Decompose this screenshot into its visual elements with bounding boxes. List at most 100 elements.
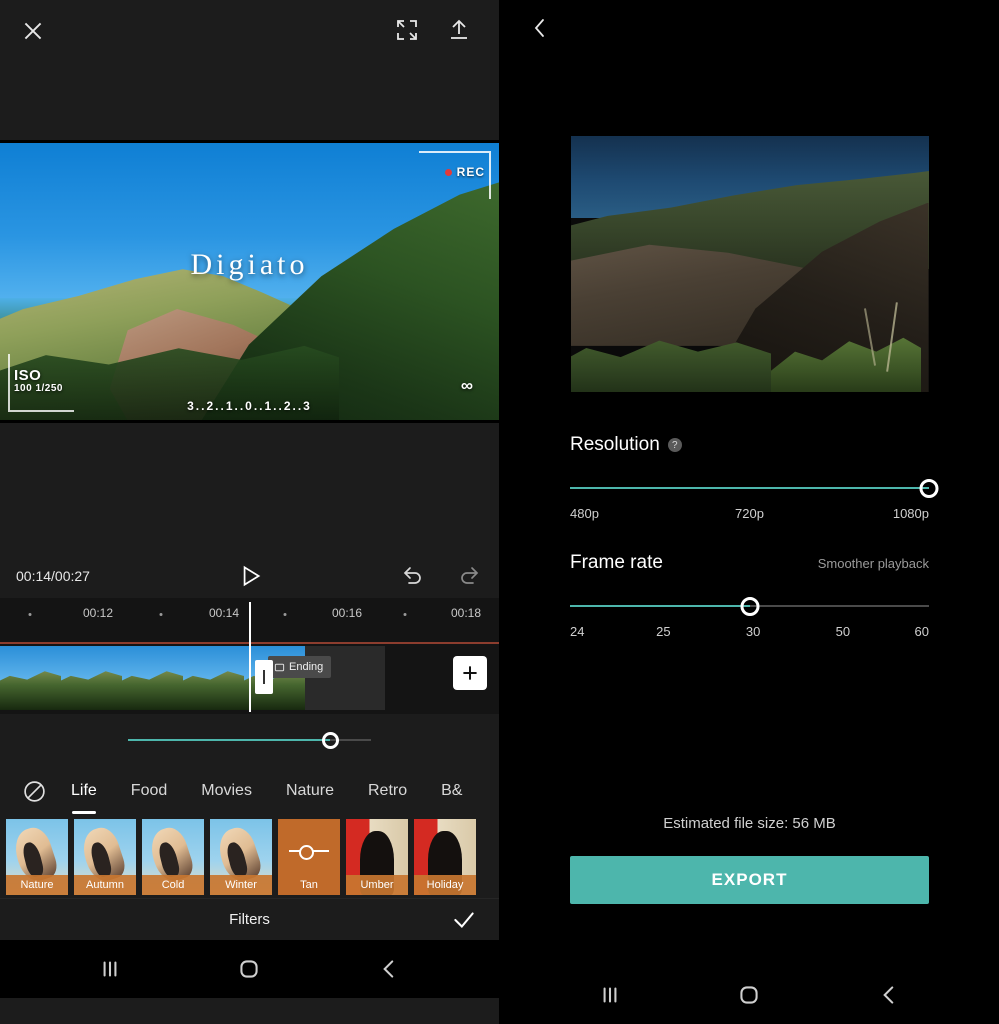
preset-winter[interactable]: Winter — [210, 819, 272, 895]
preset-holiday[interactable]: Holiday — [414, 819, 476, 895]
ruler-label: 00:16 — [331, 606, 363, 620]
preset-label: Umber — [346, 875, 408, 895]
ruler-dot — [28, 613, 32, 616]
ruler-dot — [403, 613, 407, 616]
filter-category-tabs[interactable]: Life Food Movies Nature Retro B& — [0, 766, 499, 816]
android-navbar-right — [500, 966, 999, 1024]
back-icon[interactable] — [876, 982, 902, 1008]
framerate-label-group: Frame rate — [570, 552, 663, 574]
android-navbar-left — [0, 940, 499, 998]
clip-thumbnail[interactable] — [0, 646, 61, 710]
left-top-bar — [0, 0, 499, 140]
preview-spacer — [0, 423, 499, 553]
rec-label: REC — [456, 165, 485, 179]
ruler-dot — [159, 613, 163, 616]
check-icon[interactable] — [451, 907, 477, 933]
iso-value: 100 1/250 — [14, 382, 63, 394]
export-video-preview[interactable] — [570, 136, 929, 392]
tab-nature[interactable]: Nature — [269, 782, 351, 800]
iso-label: ISO — [14, 366, 42, 384]
back-icon[interactable] — [376, 956, 402, 982]
undo-icon[interactable] — [401, 564, 425, 588]
tab-food[interactable]: Food — [114, 782, 184, 800]
play-icon[interactable] — [237, 563, 263, 589]
dual-screenshot-container: REC ISO 100 1/250 3..2..1..0..1..2..3 ∞ … — [0, 0, 999, 1024]
ending-clip-chip[interactable]: Ending — [268, 656, 332, 678]
preset-label: Nature — [6, 875, 68, 895]
export-preview-wrap — [500, 70, 999, 392]
close-icon[interactable] — [16, 14, 50, 48]
framerate-hint: Smoother playback — [817, 555, 929, 571]
resolution-ticks: 480p 720p 1080p — [570, 506, 929, 526]
framerate-label: Frame rate — [570, 552, 663, 573]
ruler-label: 00:14 — [208, 606, 240, 620]
infinity-icon: ∞ — [460, 376, 473, 395]
tab-life[interactable]: Life — [54, 782, 114, 800]
tab-bw[interactable]: B& — [424, 782, 479, 800]
resolution-section: Resolution ? 480p 720p 1080p — [500, 434, 999, 526]
framerate-tick: 50 — [835, 624, 851, 639]
preset-tan[interactable]: Tan — [278, 819, 340, 895]
left-panel-filters-editor: REC ISO 100 1/250 3..2..1..0..1..2..3 ∞ … — [0, 0, 499, 1024]
rec-dot-icon — [444, 168, 452, 176]
upload-icon[interactable] — [443, 14, 475, 46]
resolution-slider[interactable] — [570, 474, 939, 504]
help-icon[interactable]: ? — [667, 438, 682, 452]
preset-autumn[interactable]: Autumn — [74, 819, 136, 895]
ruler-dot — [283, 613, 287, 616]
clip-thumbnail[interactable] — [122, 646, 183, 710]
video-preview[interactable]: REC ISO 100 1/250 3..2..1..0..1..2..3 ∞ … — [0, 140, 499, 423]
resolution-tick: 720p — [735, 506, 764, 521]
framerate-section: Frame rate Smoother playback 24 25 30 50… — [500, 552, 999, 644]
add-clip-button[interactable] — [453, 656, 487, 690]
preset-umber[interactable]: Umber — [346, 819, 408, 895]
framerate-knob[interactable] — [740, 597, 759, 616]
preset-cold[interactable]: Cold — [142, 819, 204, 895]
filter-preset-list[interactable]: Nature Autumn Cold Winter Tan Umber Holi… — [0, 816, 499, 898]
filter-intensity-slider[interactable] — [0, 714, 499, 766]
exposure-scale: 3..2..1..0..1..2..3 — [187, 399, 312, 413]
resolution-tick: 480p — [570, 506, 599, 521]
expand-icon[interactable] — [391, 14, 423, 46]
preset-label: Cold — [142, 875, 204, 895]
recents-icon[interactable] — [97, 956, 123, 982]
intensity-knob[interactable] — [321, 732, 339, 749]
framerate-ticks: 24 25 30 50 60 — [570, 624, 929, 644]
preset-label: Holiday — [414, 875, 476, 895]
resolution-label-group: Resolution ? — [570, 434, 682, 456]
tab-movies[interactable]: Movies — [184, 782, 269, 800]
player-controls: 00:14/00:27 — [0, 553, 499, 598]
framerate-tick: 60 — [914, 624, 929, 639]
ending-chip-label: Ending — [289, 661, 324, 673]
resolution-header: Resolution ? — [570, 434, 929, 456]
timeline-track[interactable]: Ending — [0, 602, 499, 714]
framerate-slider[interactable] — [570, 592, 929, 622]
clip-thumbnail[interactable] — [61, 646, 122, 710]
no-filter-icon[interactable] — [14, 779, 54, 804]
preset-nature[interactable]: Nature — [6, 819, 68, 895]
right-top-bar — [500, 0, 999, 70]
recents-icon[interactable] — [597, 982, 623, 1008]
redo-icon[interactable] — [457, 564, 481, 588]
framerate-header: Frame rate Smoother playback — [570, 552, 929, 574]
export-button[interactable]: EXPORT — [570, 856, 929, 904]
right-panel-export-settings: Resolution ? 480p 720p 1080p Frame rate — [500, 0, 999, 1024]
estimated-file-size: Estimated file size: 56 MB — [663, 815, 836, 832]
clip-thumbnail[interactable] — [183, 646, 244, 710]
resolution-track[interactable] — [570, 487, 929, 489]
footer-title: Filters — [229, 911, 270, 928]
iso-overlay: ISO 100 1/250 — [14, 366, 63, 394]
framerate-tick: 30 — [745, 624, 761, 639]
home-icon[interactable] — [236, 956, 262, 982]
preset-label: Autumn — [74, 875, 136, 895]
home-icon[interactable] — [736, 982, 762, 1008]
preset-label: Tan — [300, 879, 318, 891]
watermark-text: Digiato — [190, 247, 309, 281]
filters-footer: Filters — [0, 898, 499, 940]
tab-retro[interactable]: Retro — [351, 782, 424, 800]
resolution-fill — [570, 487, 929, 489]
back-chevron-icon[interactable] — [528, 16, 552, 40]
playhead-handle[interactable] — [255, 660, 273, 694]
timecode-label: 00:14/00:27 — [16, 567, 90, 584]
resolution-knob[interactable] — [919, 479, 939, 498]
